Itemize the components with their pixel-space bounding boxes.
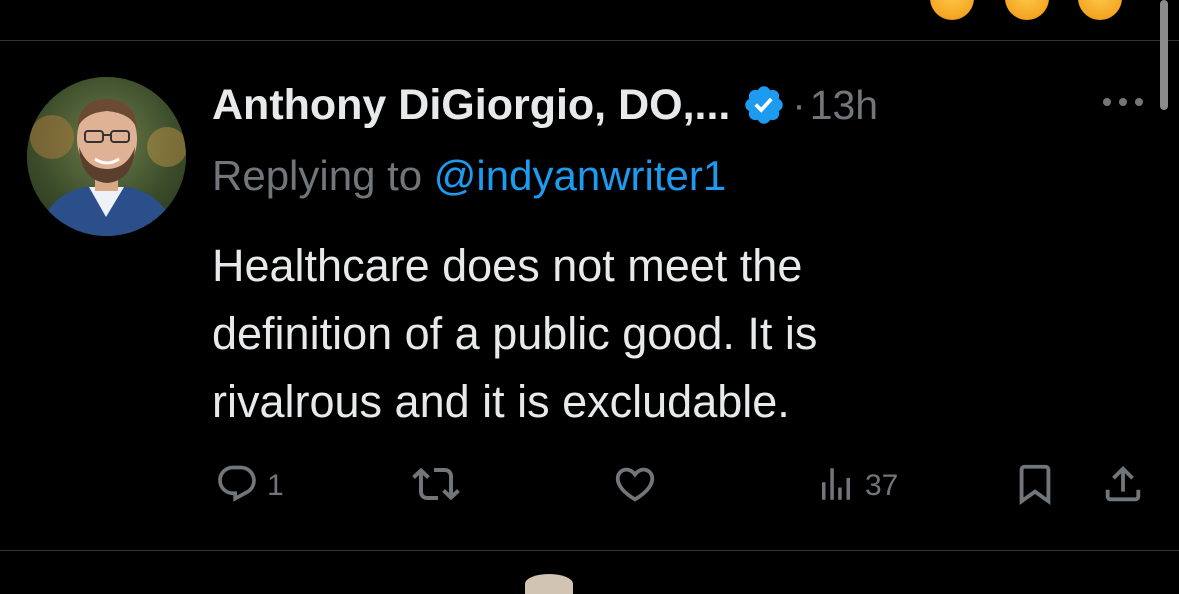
retweet-button[interactable]: [412, 462, 460, 510]
scrollbar[interactable]: [1160, 0, 1168, 110]
author-name[interactable]: Anthony DiGiorgio, DO,...: [212, 81, 730, 130]
bookmark-icon: [1012, 461, 1058, 512]
avatar[interactable]: [27, 77, 186, 236]
replying-to-line: Replying to @indyanwriter1: [212, 152, 726, 200]
reply-button[interactable]: 1: [215, 462, 284, 510]
more-options-icon[interactable]: [1098, 84, 1148, 120]
retweet-icon: [412, 460, 460, 513]
like-icon: [612, 461, 658, 512]
divider: [0, 40, 1179, 41]
previous-tweet-fragment: [0, 0, 1179, 40]
replying-to-label: Replying to: [212, 152, 434, 199]
emoji-icon: [930, 0, 974, 20]
separator-dot: ·: [792, 82, 806, 127]
tweet-header: Anthony DiGiorgio, DO,... · 13h: [212, 78, 878, 132]
views-icon: [815, 463, 857, 510]
emoji-icon: [1005, 0, 1049, 20]
tweet-text: Healthcare does not meet the definition …: [212, 240, 818, 427]
emoji-icon: [525, 574, 573, 594]
emoji-icon: [1078, 0, 1122, 20]
reply-icon: [215, 462, 259, 511]
share-button[interactable]: [1100, 462, 1146, 510]
share-icon: [1100, 461, 1146, 512]
views-button[interactable]: 37: [815, 462, 898, 510]
reply-handle-link[interactable]: @indyanwriter1: [434, 152, 726, 199]
view-count: 37: [865, 469, 899, 502]
reply-count: 1: [267, 469, 284, 502]
verified-badge-icon[interactable]: [742, 83, 786, 127]
divider: [0, 550, 1179, 551]
like-button[interactable]: [612, 462, 658, 510]
bookmark-button[interactable]: [1012, 462, 1058, 510]
timestamp[interactable]: 13h: [810, 82, 878, 129]
